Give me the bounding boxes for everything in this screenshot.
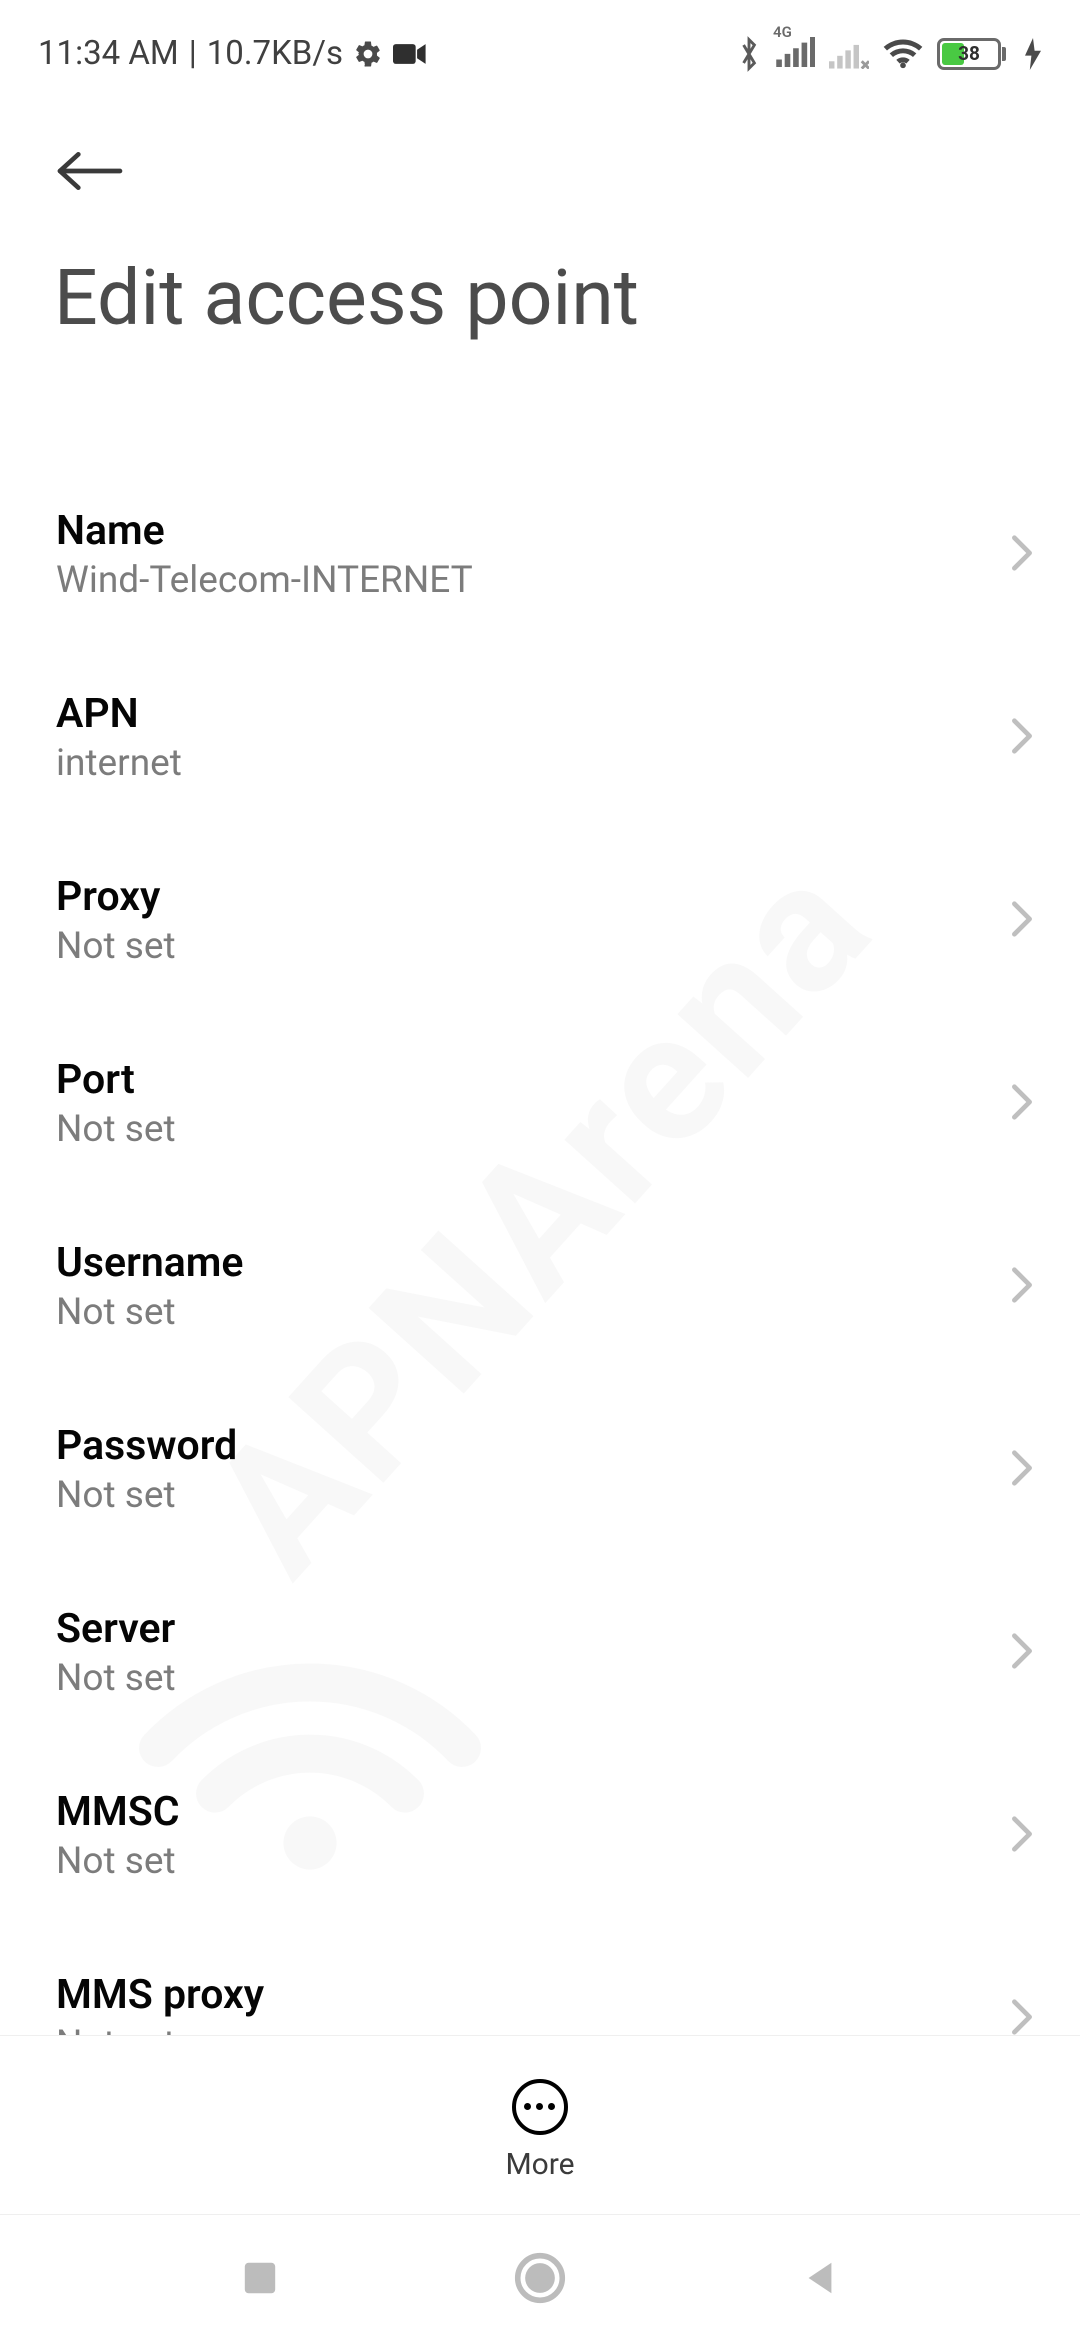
chevron-right-icon (1010, 900, 1034, 942)
setting-value: Not set (56, 925, 176, 968)
setting-label: MMSC (56, 1788, 180, 1836)
setting-row-mmsc[interactable]: MMSC Not set (0, 1744, 1080, 1927)
gear-icon (353, 39, 383, 69)
battery-indicator: 38 (937, 38, 1006, 70)
camera-icon (393, 42, 427, 66)
net-label: 4G (773, 23, 792, 41)
signal-4g-icon: 4G (775, 37, 815, 71)
page-title: Edit access point (0, 243, 1080, 355)
setting-row-port[interactable]: Port Not set (0, 1012, 1080, 1195)
chevron-right-icon (1010, 717, 1034, 759)
setting-value: Not set (56, 1474, 237, 1517)
settings-list: Name Wind-Telecom-INTERNET APN internet … (0, 463, 1080, 2110)
chevron-right-icon (1010, 1449, 1034, 1491)
setting-value: Not set (56, 1657, 176, 1700)
setting-row-proxy[interactable]: Proxy Not set (0, 829, 1080, 1012)
signal-nosim-icon (829, 39, 869, 69)
setting-value: Not set (56, 1108, 176, 1151)
status-left: 11:34 AM | 10.7KB/s (38, 34, 427, 73)
bluetooth-icon (737, 36, 761, 72)
chevron-right-icon (1010, 534, 1034, 576)
setting-row-password[interactable]: Password Not set (0, 1378, 1080, 1561)
more-icon (512, 2079, 568, 2135)
more-button[interactable]: More (505, 2079, 574, 2182)
status-separator: | (189, 34, 197, 73)
wifi-icon (883, 38, 923, 70)
setting-row-username[interactable]: Username Not set (0, 1195, 1080, 1378)
charging-icon (1024, 38, 1042, 70)
status-time: 11:34 AM (38, 34, 179, 73)
nav-home-button[interactable] (505, 2243, 575, 2313)
setting-row-name[interactable]: Name Wind-Telecom-INTERNET (0, 463, 1080, 646)
setting-label: APN (56, 690, 182, 738)
setting-row-apn[interactable]: APN internet (0, 646, 1080, 829)
battery-percent: 38 (940, 42, 998, 65)
chevron-right-icon (1010, 1815, 1034, 1857)
setting-label: MMS proxy (56, 1971, 264, 2019)
system-nav-bar (0, 2215, 1080, 2340)
setting-label: Password (56, 1422, 237, 1470)
setting-value: Not set (56, 1291, 243, 1334)
more-label: More (505, 2147, 574, 2182)
setting-value: Wind-Telecom-INTERNET (56, 559, 473, 602)
back-button[interactable] (52, 151, 128, 191)
status-bar: 11:34 AM | 10.7KB/s 4G 38 (0, 0, 1080, 95)
status-right: 4G 38 (737, 36, 1042, 72)
nav-back-button[interactable] (785, 2243, 855, 2313)
setting-label: Port (56, 1056, 176, 1104)
app-bar (0, 95, 1080, 243)
action-bar: More (0, 2035, 1080, 2215)
setting-label: Username (56, 1239, 243, 1287)
setting-row-server[interactable]: Server Not set (0, 1561, 1080, 1744)
chevron-right-icon (1010, 1266, 1034, 1308)
setting-value: Not set (56, 1840, 180, 1883)
status-net-speed: 10.7KB/s (207, 34, 343, 73)
setting-label: Proxy (56, 873, 176, 921)
settings-scroll-area[interactable]: Name Wind-Telecom-INTERNET APN internet … (0, 355, 1080, 2110)
setting-label: Name (56, 507, 473, 555)
nav-recent-button[interactable] (225, 2243, 295, 2313)
chevron-right-icon (1010, 1632, 1034, 1674)
setting-label: Server (56, 1605, 176, 1653)
setting-value: internet (56, 742, 182, 785)
chevron-right-icon (1010, 1998, 1034, 2040)
chevron-right-icon (1010, 1083, 1034, 1125)
